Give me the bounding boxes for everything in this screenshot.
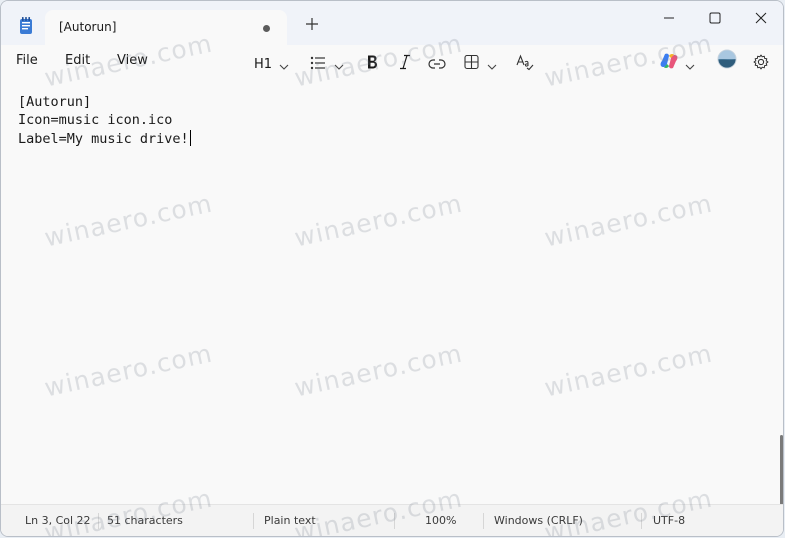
text-caret [189, 130, 191, 146]
status-zoom[interactable]: 100% [425, 514, 456, 527]
close-button[interactable] [738, 1, 783, 35]
minimize-icon [664, 17, 674, 19]
title-bar: [Autorun] [1, 1, 783, 46]
editor-line-3-text: Label=My music drive! [18, 131, 189, 147]
italic-icon[interactable] [399, 52, 411, 72]
maximize-button[interactable] [692, 1, 738, 35]
unsaved-dot-icon[interactable] [263, 25, 270, 32]
status-character-count: 51 characters [107, 514, 183, 527]
heading-label: H1 [254, 57, 273, 72]
bold-icon[interactable] [366, 52, 378, 72]
menu-toolbar: File Edit View H1 [1, 45, 783, 77]
avatar[interactable] [716, 49, 738, 69]
scrollbar-thumb[interactable] [780, 435, 783, 505]
status-bar: Ln 3, Col 22 51 characters Plain text 10… [1, 504, 783, 536]
menu-edit[interactable]: Edit [65, 53, 90, 68]
settings-gear-icon[interactable] [753, 52, 769, 72]
status-cursor-position[interactable]: Ln 3, Col 22 [25, 514, 91, 527]
heading-dropdown[interactable]: H1 [254, 51, 273, 72]
maximize-icon [709, 12, 721, 24]
copilot-chevron-down-icon[interactable] [685, 57, 695, 77]
chevron-down-icon[interactable] [279, 57, 289, 77]
status-line-ending[interactable]: Windows (CRLF) [494, 514, 583, 527]
status-format[interactable]: Plain text [264, 514, 316, 527]
notepad-window: [Autorun] File Edit View H1 [Autorun] Ic… [0, 0, 784, 537]
minimize-button[interactable] [646, 1, 692, 35]
status-divider [483, 513, 484, 529]
editor-line-2[interactable]: Icon=music icon.ico [18, 112, 172, 128]
status-divider [641, 513, 642, 529]
vertical-scrollbar[interactable] [779, 79, 783, 505]
list-icon[interactable] [310, 53, 326, 73]
copilot-icon[interactable] [659, 51, 679, 71]
new-tab-plus-icon[interactable] [304, 16, 320, 32]
status-divider [253, 513, 254, 529]
menu-view[interactable]: View [117, 53, 148, 68]
table-icon[interactable] [464, 52, 479, 72]
status-divider [394, 513, 395, 529]
list-chevron-down-icon[interactable] [334, 57, 344, 77]
editor-line-3[interactable]: Label=My music drive! [18, 130, 191, 147]
editor-line-1[interactable]: [Autorun] [18, 94, 91, 110]
close-icon [755, 12, 767, 24]
spellcheck-icon[interactable] [516, 52, 534, 72]
status-divider [98, 513, 99, 529]
notepad-app-icon [20, 17, 32, 34]
tab-title: [Autorun] [59, 20, 117, 34]
tab-autorun[interactable]: [Autorun] [45, 10, 287, 46]
table-chevron-down-icon[interactable] [487, 57, 497, 77]
status-encoding[interactable]: UTF-8 [653, 514, 685, 527]
text-editor[interactable]: [Autorun] Icon=music icon.ico Label=My m… [1, 79, 783, 505]
link-icon[interactable] [428, 54, 446, 74]
menu-file[interactable]: File [16, 53, 38, 68]
